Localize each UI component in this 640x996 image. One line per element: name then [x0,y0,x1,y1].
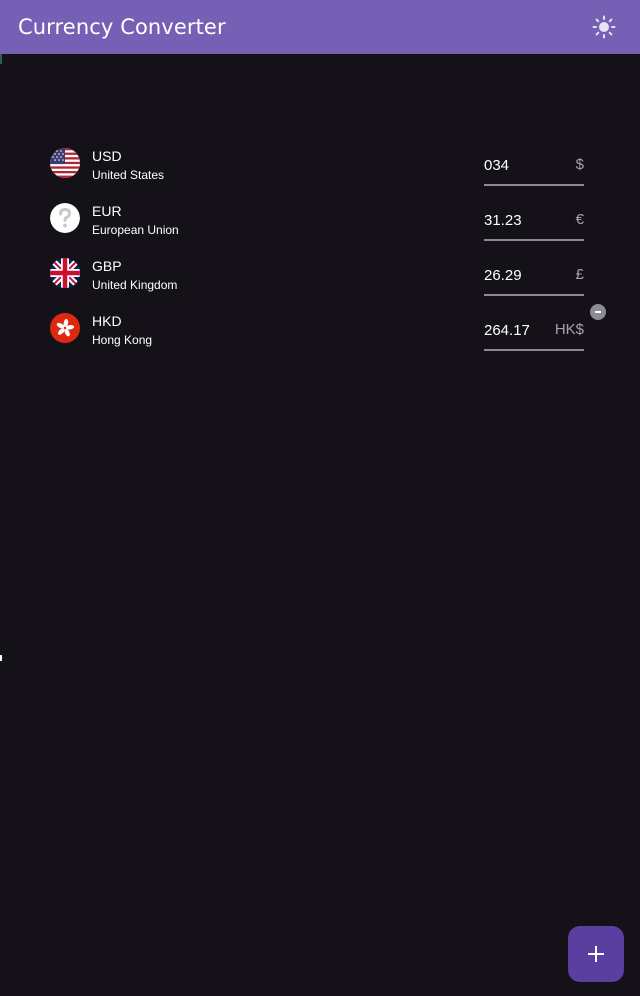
amount-value: 264.17 [484,322,530,339]
currency-country: Hong Kong [92,333,153,347]
amount-input-usd[interactable]: 034 $ [484,148,584,186]
window-edge-mark [0,54,2,64]
amount-input-eur[interactable]: 31.23 € [484,203,584,241]
amount-input-hkd[interactable]: 264.17 HK$ [484,313,584,351]
currency-code: GBP [92,258,122,274]
currency-country: United Kingdom [92,278,178,292]
unknown-flag-icon [50,203,80,233]
currency-code: EUR [92,203,122,219]
amount-value: 034 [484,157,510,174]
amount-value: 31.23 [484,212,522,229]
currency-row-usd: USD United States 034 $ [50,138,610,193]
app-title: Currency Converter [18,15,226,39]
currency-list: USD United States 034 $ EUR European Uni… [50,138,610,358]
currency-code: USD [92,148,122,164]
uk-flag-icon [50,258,80,288]
currency-row-eur: EUR European Union 31.23 € [50,193,610,248]
amount-input-gbp[interactable]: 26.29 £ [484,258,584,296]
currency-code: HKD [92,313,122,329]
currency-country: European Union [92,223,179,237]
currency-country: United States [92,168,165,182]
remove-currency-button[interactable] [590,304,606,320]
window-edge-mark [0,655,2,661]
add-currency-button[interactable] [568,926,624,982]
currency-symbol: € [575,211,584,228]
currency-symbol: HK$ [554,321,584,338]
currency-symbol: £ [575,266,584,283]
currency-row-gbp: GBP United Kingdom 26.29 £ [50,248,610,303]
hk-flag-icon [50,313,80,343]
plus-icon [588,946,604,962]
app-bar: Currency Converter [0,0,640,54]
amount-value: 26.29 [484,267,522,284]
currency-symbol: $ [575,156,584,173]
app-window: Currency Converter USD United States 034… [0,0,640,996]
minus-icon [595,311,601,313]
us-flag-icon [50,148,80,178]
sun-icon [592,15,616,39]
currency-row-hkd: HKD Hong Kong 264.17 HK$ [50,303,610,358]
theme-toggle-button[interactable] [590,13,618,41]
